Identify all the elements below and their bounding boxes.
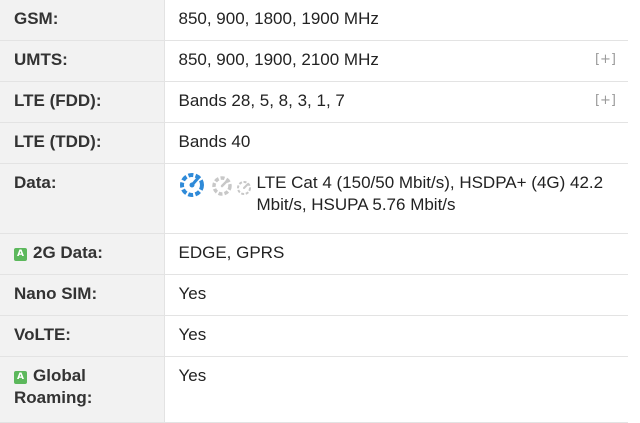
spec-value: Yes: [178, 284, 207, 303]
spec-label: VoLTE:: [14, 325, 71, 344]
spec-label-cell: Data:: [0, 163, 165, 234]
spec-label-cell: UMTS:: [0, 40, 165, 82]
spec-value-cell: Bands 40: [164, 122, 628, 164]
spec-label: Nano SIM:: [14, 284, 98, 303]
spec-value: Bands 40: [178, 132, 251, 151]
spec-value-cell: 850, 900, 1900, 2100 MHz [+]: [164, 40, 628, 82]
spec-label-cell: A 2G Data:: [0, 233, 165, 275]
specs-table: GSM: 850, 900, 1800, 1900 MHz UMTS: 850,…: [0, 0, 628, 423]
table-row: UMTS: 850, 900, 1900, 2100 MHz [+]: [0, 40, 628, 82]
spec-value-cell: Bands 28, 5, 8, 3, 1, 7 [+]: [164, 81, 628, 123]
spec-value: Yes: [178, 325, 207, 344]
spec-label-cell: LTE (TDD):: [0, 122, 165, 164]
app-badge-icon: A: [14, 248, 27, 261]
spec-value-cell: Yes: [164, 274, 628, 316]
spec-value: Yes: [178, 366, 207, 385]
spec-value: EDGE, GPRS: [178, 243, 285, 262]
table-row: Nano SIM: Yes: [0, 274, 628, 316]
spec-value-cell: 850, 900, 1800, 1900 MHz: [164, 0, 628, 41]
spec-label: 2G Data:: [33, 243, 103, 262]
expand-toggle-button[interactable]: [+]: [595, 52, 616, 67]
table-row: Data: LTE Cat 4 (150/50 Mbit/s), HSDPA+ …: [0, 163, 628, 234]
spec-label-cell: LTE (FDD):: [0, 81, 165, 123]
spec-label: GSM:: [14, 9, 59, 28]
table-row: LTE (TDD): Bands 40: [0, 122, 628, 164]
spec-label: Data:: [14, 173, 57, 192]
spec-label: LTE (FDD):: [14, 91, 102, 110]
speed-low-icon: [236, 181, 251, 195]
spec-value: 850, 900, 1900, 2100 MHz: [178, 50, 379, 69]
spec-value-cell: LTE Cat 4 (150/50 Mbit/s), HSDPA+ (4G) 4…: [164, 163, 628, 234]
table-row: A 2G Data: EDGE, GPRS: [0, 233, 628, 275]
spec-value: LTE Cat 4 (150/50 Mbit/s), HSDPA+ (4G) 4…: [256, 173, 604, 214]
spec-label: UMTS:: [14, 50, 68, 69]
speed-high-icon: [179, 173, 204, 197]
spec-label-cell: VoLTE:: [0, 315, 165, 357]
table-row: VoLTE: Yes: [0, 315, 628, 357]
table-row: A Global Roaming: Yes: [0, 356, 628, 423]
expand-toggle-button[interactable]: [+]: [595, 93, 616, 108]
app-badge-icon: A: [14, 371, 27, 384]
spec-value: Bands 28, 5, 8, 3, 1, 7: [178, 91, 345, 110]
spec-label-cell: A Global Roaming:: [0, 356, 165, 423]
table-row: LTE (FDD): Bands 28, 5, 8, 3, 1, 7 [+]: [0, 81, 628, 123]
spec-label: LTE (TDD):: [14, 132, 102, 151]
spec-value-cell: Yes: [164, 315, 628, 357]
spec-value-cell: EDGE, GPRS: [164, 233, 628, 275]
data-speed-indicator: [179, 172, 253, 198]
spec-label-cell: Nano SIM:: [0, 274, 165, 316]
speed-medium-icon: [211, 176, 232, 196]
spec-value-cell: Yes: [164, 356, 628, 423]
spec-value: 850, 900, 1800, 1900 MHz: [178, 9, 379, 28]
spec-label-cell: GSM:: [0, 0, 165, 41]
table-row: GSM: 850, 900, 1800, 1900 MHz: [0, 0, 628, 41]
